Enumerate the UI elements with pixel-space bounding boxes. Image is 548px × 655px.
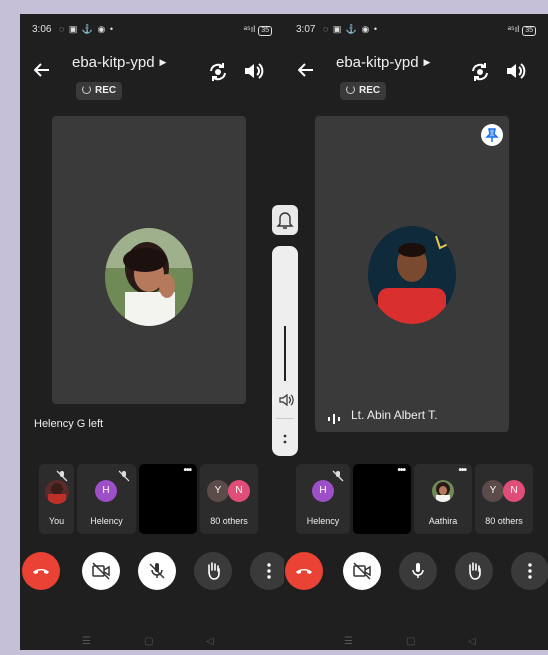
status-time: 3:07 <box>296 24 316 35</box>
participant-chip-aathira[interactable]: ••• Aathira <box>414 464 472 534</box>
meeting-title[interactable]: eba-kitp-ypd ▶ <box>336 54 430 71</box>
camera-switch-icon[interactable] <box>206 60 230 84</box>
end-call-icon <box>296 569 312 574</box>
rec-badge: REC <box>76 82 123 100</box>
battery-icon: 35 <box>258 26 272 36</box>
more-icon[interactable]: ••• <box>458 465 466 476</box>
raise-hand-button[interactable] <box>194 552 232 590</box>
back-arrow-icon[interactable] <box>297 62 314 83</box>
left-phone-screen: 3:06 ◌ ▣ ⚓ ◉ • ᵃ⁵ıl 35 eba-kitp-ypd ▶ REC <box>20 14 284 650</box>
mic-off-icon <box>118 469 130 482</box>
nav-home-icon[interactable]: ▢ <box>144 636 153 647</box>
mic-icon <box>412 563 424 578</box>
end-call-button[interactable] <box>22 552 60 590</box>
battery-icon: 35 <box>522 26 536 36</box>
meeting-title[interactable]: eba-kitp-ypd ▶ <box>72 54 166 71</box>
signal-battery: ᵃ⁵ıl 35 <box>508 24 536 36</box>
participant-chip-others[interactable]: Y N 80 others <box>200 464 258 534</box>
chevron-right-icon: ▶ <box>423 57 431 67</box>
more-icon <box>528 563 532 579</box>
camera-switch-icon[interactable] <box>468 60 492 84</box>
ringer-mode-button[interactable] <box>272 205 298 235</box>
pin-button[interactable] <box>481 124 503 146</box>
chip-label: 80 others <box>485 516 523 526</box>
back-arrow-icon[interactable] <box>33 62 50 83</box>
avatar-n: N <box>228 480 250 502</box>
chip-label: Helency <box>306 516 340 526</box>
speaker-name: Lt. Abin Albert T. <box>351 408 438 422</box>
speaker-icon[interactable] <box>242 60 266 84</box>
nav-back-icon[interactable]: ◁ <box>206 636 214 647</box>
rec-label: REC <box>359 85 381 96</box>
status-bar: 3:07 ◌ ▣ ⚓ ◉ • ᵃ⁵ıl 35 <box>296 24 536 40</box>
mic-off-icon <box>332 469 344 482</box>
mic-off-icon <box>149 563 165 579</box>
notification-icons: ◌ ▣ ⚓ ◉ • <box>323 24 379 34</box>
participant-photo <box>105 228 193 326</box>
more-icon[interactable] <box>282 432 288 451</box>
rec-label: REC <box>95 85 117 96</box>
avatar-n: N <box>503 480 525 502</box>
camera-off-button[interactable] <box>82 552 120 590</box>
chip-label: Aathira <box>428 516 458 526</box>
nav-home-icon[interactable]: ▢ <box>406 636 415 647</box>
camera-off-icon <box>353 562 371 580</box>
video-tile[interactable] <box>52 116 246 404</box>
avatar <box>432 480 454 502</box>
signal-battery: ᵃ⁵ıl 35 <box>244 24 272 36</box>
left-notice: Helency G left <box>34 418 104 430</box>
more-options-button[interactable] <box>250 552 284 590</box>
participant-chip-others[interactable]: Y N 80 others <box>475 464 533 534</box>
speaker-icon[interactable] <box>504 60 528 84</box>
avatar: H <box>95 480 117 502</box>
camera-off-button[interactable] <box>343 552 381 590</box>
avatar: H <box>312 480 334 502</box>
chip-label: You <box>48 516 65 526</box>
divider <box>276 418 294 419</box>
bell-icon <box>276 212 294 229</box>
status-time: 3:06 <box>32 24 52 35</box>
volume-level <box>284 326 286 381</box>
right-phone-screen: 3:07 ◌ ▣ ⚓ ◉ • ᵃ⁵ıl 35 eba-kitp-ypd ▶ REC <box>284 14 548 650</box>
nav-recents-icon[interactable]: ☰ <box>82 636 91 647</box>
chip-label: 80 others <box>210 516 248 526</box>
hand-icon <box>208 562 220 580</box>
more-options-button[interactable] <box>511 552 548 590</box>
rec-badge: REC <box>340 82 387 100</box>
mic-off-button[interactable] <box>138 552 176 590</box>
participant-chip-video[interactable]: ••• <box>139 464 197 534</box>
raise-hand-button[interactable] <box>455 552 493 590</box>
chip-label: Helency <box>90 516 123 526</box>
participant-photo <box>368 226 456 324</box>
recording-spinner-icon <box>346 85 355 94</box>
pin-icon <box>485 128 499 142</box>
avatar-y: Y <box>207 480 229 502</box>
speaking-indicator-icon <box>327 411 341 424</box>
volume-slider[interactable] <box>272 246 298 456</box>
meeting-code: eba-kitp-ypd <box>72 54 155 71</box>
end-call-icon <box>33 569 49 574</box>
avatar-y: Y <box>482 480 504 502</box>
hand-icon <box>469 562 481 580</box>
speaker-icon <box>278 393 294 412</box>
end-call-button[interactable] <box>285 552 323 590</box>
participant-chip-you[interactable]: You <box>39 464 74 534</box>
participant-chip-video[interactable]: ••• <box>353 464 411 534</box>
nav-back-icon[interactable]: ◁ <box>468 636 476 647</box>
more-icon[interactable]: ••• <box>397 465 405 476</box>
chevron-right-icon: ▶ <box>159 57 167 67</box>
nav-recents-icon[interactable]: ☰ <box>344 636 353 647</box>
more-icon[interactable]: ••• <box>183 465 191 476</box>
notification-icons: ◌ ▣ ⚓ ◉ • <box>59 24 115 34</box>
mic-button[interactable] <box>399 552 437 590</box>
status-bar: 3:06 ◌ ▣ ⚓ ◉ • ᵃ⁵ıl 35 <box>32 24 272 40</box>
participant-chip-helency[interactable]: H Helency <box>296 464 350 534</box>
camera-off-icon <box>92 562 110 580</box>
video-tile[interactable]: Lt. Abin Albert T. <box>315 116 509 432</box>
participant-chip-helency[interactable]: H Helency <box>77 464 136 534</box>
avatar <box>45 480 69 504</box>
meeting-code: eba-kitp-ypd <box>336 54 419 71</box>
more-icon <box>267 563 271 579</box>
recording-spinner-icon <box>82 85 91 94</box>
